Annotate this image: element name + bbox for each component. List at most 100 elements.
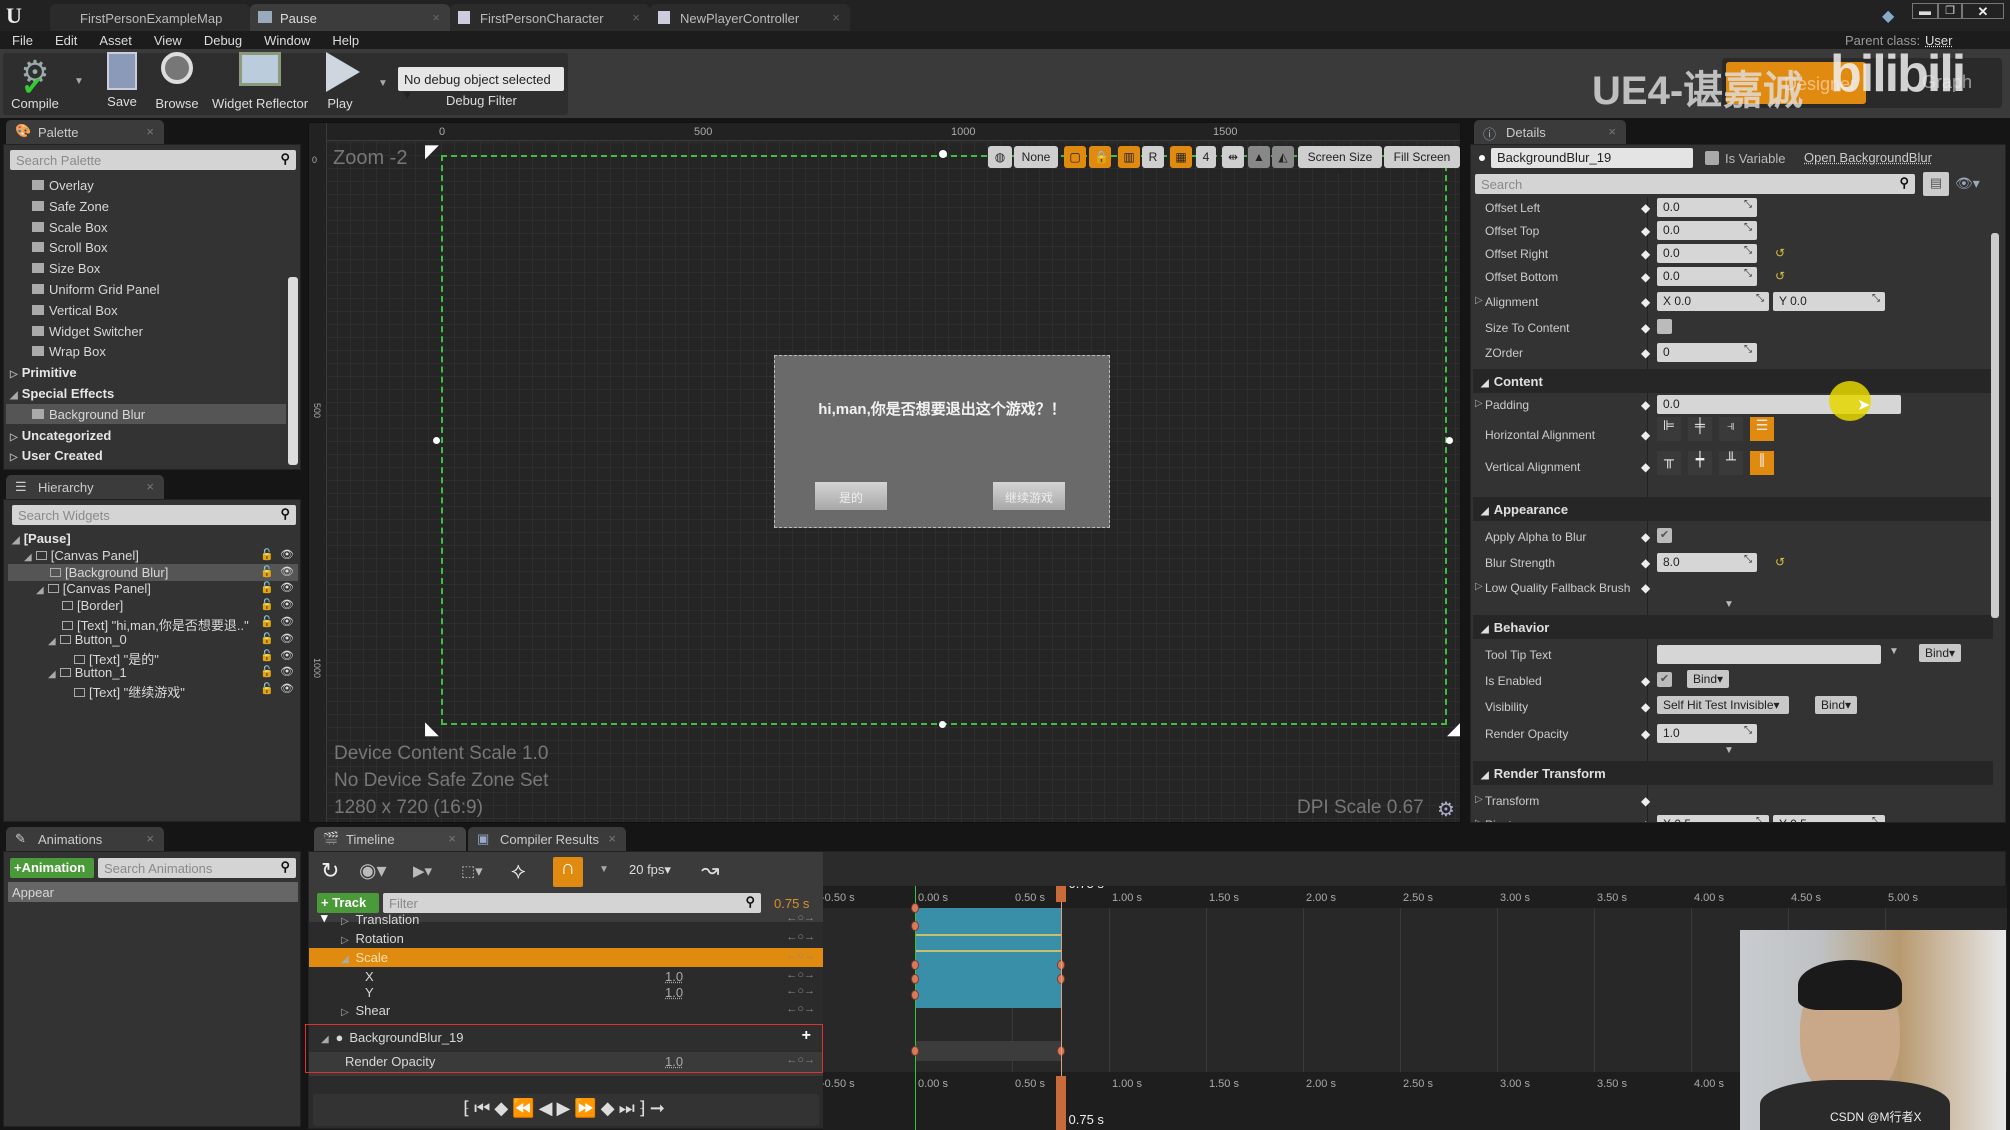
- collapsed-triangle-icon[interactable]: ▷: [10, 369, 18, 380]
- drag-spin-icon[interactable]: ⤡: [1756, 293, 1764, 304]
- expanded-triangle-icon[interactable]: ◢: [36, 585, 44, 596]
- hierarchy-item[interactable]: ◢ [Canvas Panel] 🔓 👁: [8, 580, 298, 597]
- close-icon[interactable]: ×: [146, 831, 154, 846]
- anchor-handle[interactable]: [1446, 437, 1453, 444]
- offset-input[interactable]: 0.0 ⤡: [1657, 267, 1757, 286]
- screen-size-dropdown[interactable]: Screen Size ▾: [1298, 146, 1382, 178]
- tooltip-options-dropdown[interactable]: ▼: [1889, 646, 1899, 657]
- visibility-eye-icon[interactable]: 👁: [280, 615, 294, 628]
- tab-hierarchy[interactable]: ☰ Hierarchy ×: [6, 475, 164, 499]
- palette-category[interactable]: ▷ Primitive: [6, 362, 286, 382]
- jump-to-start-icon[interactable]: ⁅: [463, 1098, 474, 1118]
- tab-animations[interactable]: ✎ Animations ×: [6, 827, 164, 851]
- content-section-header[interactable]: ◢ Content: [1473, 369, 1993, 393]
- curve-editor-icon[interactable]: ↝: [701, 857, 719, 883]
- drag-spin-icon[interactable]: ⤡: [1744, 268, 1752, 279]
- minimize-button[interactable]: ▬: [1912, 3, 1938, 19]
- lock-icon[interactable]: 🔓: [260, 632, 274, 645]
- next-key-icon[interactable]: ◆: [601, 1098, 619, 1118]
- current-time-readout[interactable]: 0.75 s: [774, 896, 809, 911]
- visibility-eye-icon[interactable]: 👁: [280, 548, 294, 561]
- track-value[interactable]: 1.0: [665, 985, 683, 1000]
- lock-icon[interactable]: 🔓: [260, 548, 274, 561]
- alignment-x-input[interactable]: X 0.0 ⤡: [1657, 292, 1769, 311]
- appearance-section-header[interactable]: ◢ Appearance: [1473, 497, 1993, 521]
- visibility-eye-icon[interactable]: 👁: [280, 581, 294, 594]
- expand-triangle-icon[interactable]: ▷: [1475, 398, 1483, 409]
- menu-asset[interactable]: Asset: [99, 33, 132, 48]
- tab-timeline[interactable]: 🎬 Timeline ×: [314, 827, 466, 851]
- play-reverse-icon[interactable]: ◀: [539, 1098, 557, 1118]
- reset-to-default-icon[interactable]: ↺: [1775, 269, 1785, 283]
- pivot-y-input[interactable]: Y 0.5 ⤡: [1773, 815, 1885, 822]
- lock-icon[interactable]: 🔒: [1089, 146, 1111, 168]
- key-navigation-icon[interactable]: ←○→: [786, 985, 815, 997]
- keyframe[interactable]: [911, 903, 919, 913]
- expanded-triangle-icon[interactable]: ◢: [12, 535, 20, 546]
- play-button[interactable]: Play: [318, 52, 362, 111]
- animate-property-icon[interactable]: ◆: [1641, 794, 1650, 808]
- step-forward-icon[interactable]: ⏩: [574, 1098, 600, 1118]
- apply-alpha-checkbox[interactable]: ✔: [1657, 528, 1672, 543]
- resize-handle[interactable]: ◢: [1447, 718, 1460, 739]
- continue-game-button[interactable]: 继续游戏: [993, 482, 1065, 510]
- visibility-eye-icon[interactable]: 👁: [280, 632, 294, 645]
- transform-mode-r-button[interactable]: R: [1142, 146, 1164, 168]
- valign-fill-icon[interactable]: ∥: [1750, 451, 1774, 475]
- palette-item[interactable]: Vertical Box: [6, 300, 286, 320]
- expanded-triangle-icon[interactable]: ◢: [48, 636, 56, 647]
- offset-input[interactable]: 0.0 ⤡: [1657, 198, 1757, 217]
- expand-triangle-icon[interactable]: ▷: [1475, 794, 1483, 805]
- camera-options-icon[interactable]: ◉▾: [359, 858, 387, 883]
- lock-icon[interactable]: 🔓: [260, 581, 274, 594]
- transform-section[interactable]: [915, 908, 1061, 1008]
- behavior-section-header[interactable]: ◢ Behavior: [1473, 615, 1993, 639]
- details-scrollbar[interactable]: [1991, 233, 1999, 618]
- triangle-icon[interactable]: ◭: [1272, 146, 1294, 168]
- blur-section[interactable]: [915, 1041, 1061, 1061]
- jump-to-end-icon[interactable]: ⏭: [619, 1098, 639, 1118]
- lock-icon[interactable]: 🔓: [260, 649, 274, 662]
- maximize-button[interactable]: ❐: [1938, 3, 1962, 19]
- key-all-icon[interactable]: ⟡: [511, 858, 526, 884]
- play-icon[interactable]: ▶: [556, 1098, 574, 1118]
- show-advanced-icon[interactable]: ▼: [1724, 599, 1734, 610]
- resize-handle[interactable]: ◣: [425, 718, 439, 739]
- drag-spin-icon[interactable]: ⤡: [1744, 222, 1752, 233]
- palette-search-input[interactable]: Search Palette ⚲: [10, 150, 296, 170]
- loop-icon[interactable]: ↻: [321, 858, 339, 884]
- play-range-icon[interactable]: ▶▾: [413, 862, 432, 880]
- collapse-triangle-icon[interactable]: ◢: [1481, 378, 1489, 389]
- align-middle-icon[interactable]: ┿: [1688, 451, 1712, 475]
- key-navigation-icon[interactable]: ←○→: [786, 950, 815, 962]
- palette-item[interactable]: Background Blur: [6, 403, 286, 424]
- learn-icon[interactable]: ◆: [1882, 6, 1894, 26]
- palette-item[interactable]: Size Box: [6, 258, 286, 278]
- pivot-x-input[interactable]: X 0.5 ⤡: [1657, 815, 1769, 822]
- reset-to-default-icon[interactable]: ↺: [1775, 555, 1785, 569]
- animate-property-icon[interactable]: ◆: [1641, 460, 1650, 474]
- collapse-triangle-icon[interactable]: ◢: [1481, 624, 1489, 635]
- fill-screen-dropdown[interactable]: Fill Screen ▾: [1384, 146, 1460, 178]
- hierarchy-item[interactable]: [Text] "继续游戏" 🔓 👁: [8, 681, 298, 700]
- keyframe[interactable]: [911, 974, 919, 984]
- menu-debug[interactable]: Debug: [204, 33, 242, 48]
- close-window-button[interactable]: ✕: [1962, 3, 2004, 19]
- key-navigation-icon[interactable]: ←○→: [786, 1003, 815, 1015]
- animate-property-icon[interactable]: ◆: [1641, 270, 1650, 284]
- unreal-logo[interactable]: U: [6, 3, 22, 29]
- track-value[interactable]: 1.0: [665, 969, 683, 984]
- blur-strength-input[interactable]: 8.0 ⤡: [1657, 553, 1757, 572]
- collapsed-triangle-icon[interactable]: ▷: [341, 916, 351, 927]
- tooltip-text-input[interactable]: [1657, 645, 1881, 664]
- compile-options-dropdown[interactable]: ▼: [74, 76, 84, 87]
- play-options-dropdown[interactable]: ▼: [378, 78, 388, 89]
- tab-palette[interactable]: 🎨 Palette ×: [6, 120, 164, 144]
- collapsed-triangle-icon[interactable]: ▷: [341, 1007, 351, 1018]
- show-advanced-icon[interactable]: ▼: [1724, 745, 1734, 756]
- expand-triangle-icon[interactable]: ▷: [1475, 295, 1483, 306]
- hierarchy-item[interactable]: ◢ Button_0 🔓 👁: [8, 631, 298, 648]
- palette-item[interactable]: Wrap Box: [6, 341, 286, 361]
- hierarchy-item[interactable]: [Background Blur] 🔓 👁: [8, 563, 298, 581]
- collapse-triangle-icon[interactable]: ◢: [1481, 770, 1489, 781]
